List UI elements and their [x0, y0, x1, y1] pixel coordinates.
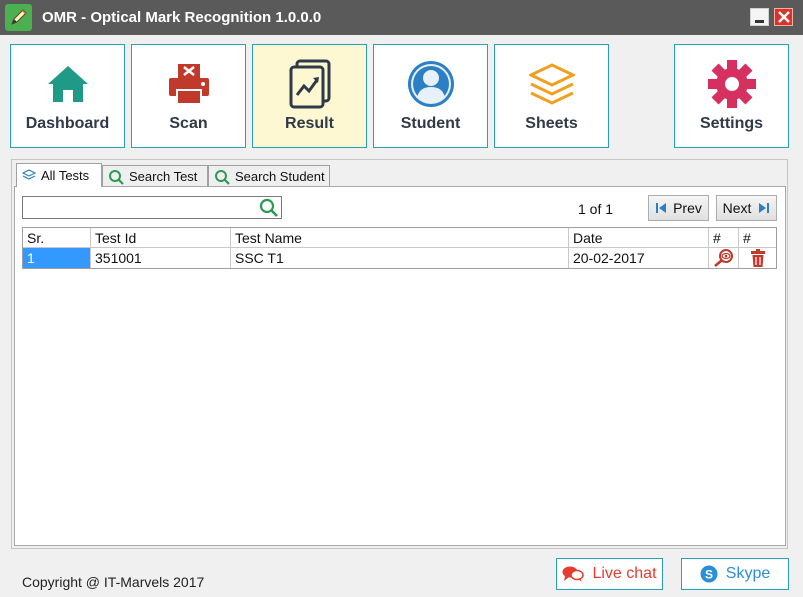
result-label: Result: [285, 115, 334, 132]
search-input[interactable]: [26, 198, 256, 218]
search-icon[interactable]: [259, 198, 279, 223]
prev-button[interactable]: Prev: [648, 195, 709, 221]
column-header[interactable]: #: [709, 228, 739, 248]
home-icon: [11, 57, 124, 111]
chat-bubbles-icon: [562, 566, 585, 582]
printer-icon: [132, 57, 245, 111]
dashboard-label: Dashboard: [25, 115, 110, 132]
last-page-icon: [759, 203, 770, 213]
skype-button[interactable]: S Skype: [681, 558, 789, 590]
settings-label: Settings: [699, 115, 764, 132]
sheets-button[interactable]: Sheets: [494, 44, 609, 148]
first-page-icon: [656, 203, 667, 213]
test-name-cell[interactable]: SSC T1: [231, 248, 569, 268]
layers-icon: [22, 169, 36, 180]
date-cell[interactable]: 20-02-2017: [569, 248, 709, 268]
user-icon: [374, 57, 487, 111]
search-icon: [215, 169, 230, 185]
tab-all-tests[interactable]: All Tests: [16, 163, 102, 187]
view-result-button[interactable]: [709, 248, 739, 268]
test-id-cell[interactable]: 351001: [91, 248, 231, 268]
title-bar: OMR - Optical Mark Recognition 1.0.0.0: [0, 0, 803, 35]
prev-label: Prev: [673, 200, 702, 216]
next-label: Next: [722, 200, 752, 216]
window-title: OMR - Optical Mark Recognition 1.0.0.0: [42, 9, 322, 26]
skype-label: Skype: [725, 565, 771, 582]
close-icon: [778, 11, 790, 23]
report-chart-icon: [253, 57, 366, 111]
tab-search-student[interactable]: Search Student: [208, 165, 330, 187]
column-header[interactable]: #: [739, 228, 776, 248]
search-box: [22, 196, 282, 219]
scan-label: Scan: [169, 115, 208, 132]
student-label: Student: [400, 115, 461, 132]
tests-table: Sr. Test Id Test Name Date # # 1 351001 …: [22, 227, 777, 269]
tab-label: Search Test: [129, 169, 198, 184]
dashboard-button[interactable]: Dashboard: [10, 44, 125, 148]
magnifier-eye-icon: [713, 249, 733, 267]
sr-cell[interactable]: 1: [23, 248, 91, 268]
trash-icon: [750, 249, 765, 267]
table-row[interactable]: 1 351001 SSC T1 20-02-2017: [23, 248, 776, 268]
column-header[interactable]: Test Id: [91, 228, 231, 248]
column-header[interactable]: Date: [569, 228, 709, 248]
column-header[interactable]: Sr.: [23, 228, 91, 248]
svg-text:S: S: [705, 568, 713, 582]
tab-label: All Tests: [41, 168, 90, 183]
delete-button[interactable]: [739, 248, 776, 268]
result-button[interactable]: Result: [252, 44, 367, 148]
live-chat-button[interactable]: Live chat: [556, 558, 663, 590]
table-header: Sr. Test Id Test Name Date # #: [23, 228, 776, 248]
search-icon: [109, 169, 124, 185]
page-indicator: 1 of 1: [578, 201, 614, 217]
skype-icon: S: [700, 565, 718, 583]
column-header[interactable]: Test Name: [231, 228, 569, 248]
student-button[interactable]: Student: [373, 44, 488, 148]
close-button[interactable]: [774, 8, 793, 26]
live-chat-label: Live chat: [592, 565, 657, 582]
tab-search-test[interactable]: Search Test: [102, 165, 208, 187]
minimize-button[interactable]: [750, 8, 769, 26]
sheets-label: Sheets: [525, 115, 578, 132]
tab-label: Search Student: [235, 169, 325, 184]
gear-icon: [675, 57, 788, 111]
next-button[interactable]: Next: [716, 195, 777, 221]
settings-button[interactable]: Settings: [674, 44, 789, 148]
layers-icon: [495, 57, 608, 111]
scan-button[interactable]: Scan: [131, 44, 246, 148]
copyright-text: Copyright @ IT-Marvels 2017: [22, 574, 205, 590]
pencil-icon: [5, 4, 32, 31]
